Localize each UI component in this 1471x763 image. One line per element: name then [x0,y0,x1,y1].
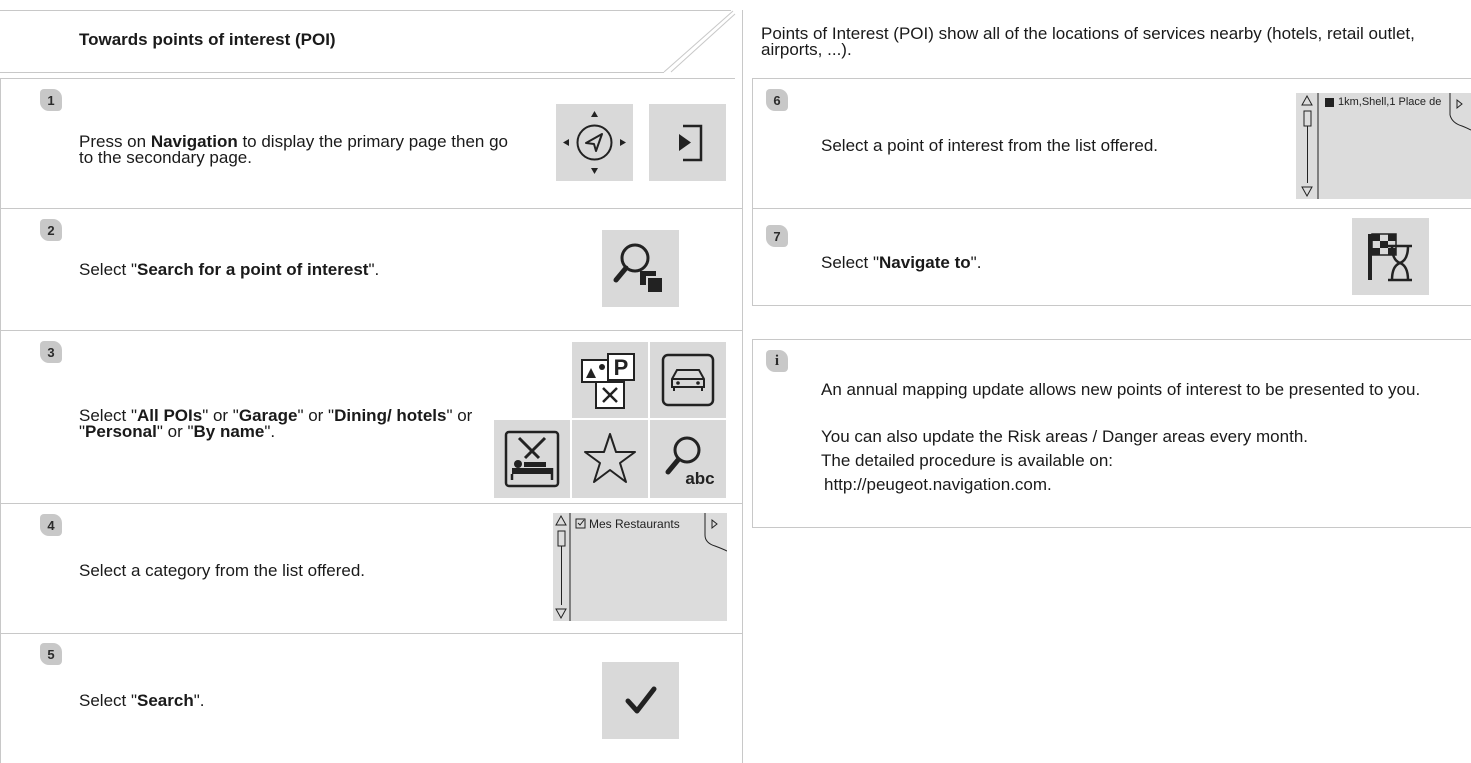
step-5-text: Select "Search". [79,691,205,710]
step-badge-7: 7 [766,225,788,247]
dining-hotels-icon[interactable] [494,420,570,498]
search-poi-icon[interactable] [602,230,679,307]
step-3-text: Select "All POIs" or "Garage" or "Dining… [79,406,473,441]
step-1-text: Press on Navigation to display the prima… [79,132,508,167]
parking-label: P [614,355,629,380]
section-title: Towards points of interest (POI) [79,30,336,49]
garage-icon[interactable] [650,342,726,418]
info-line-3: The detailed procedure is available on: [821,451,1114,470]
step-badge-2: 2 [40,219,62,241]
poi-list-thumbnail: 1km,Shell,1 Place de [1296,93,1471,199]
search-confirm-check-icon[interactable] [602,662,679,739]
abc-label: abc [685,469,714,488]
info-badge-icon: i [766,350,788,372]
category-list-item: Mes Restaurants [589,517,680,531]
info-line-2: You can also update the Risk areas / Dan… [821,427,1308,446]
search-by-name-icon[interactable]: abc [650,420,726,498]
info-line-1: An annual mapping update allows new poin… [821,380,1421,399]
info-url-link[interactable]: http://peugeot.navigation.com. [824,475,1464,495]
step-badge-4: 4 [40,514,62,536]
navigate-to-flag-icon[interactable] [1352,218,1429,295]
step-6-text: Select a point of interest from the list… [821,136,1159,155]
step-badge-5: 5 [40,643,62,665]
navigation-joystick-icon[interactable] [556,104,633,181]
step-7-text: Select "Navigate to". [821,253,982,272]
category-list-thumbnail: Mes Restaurants [553,513,727,621]
personal-star-icon[interactable] [572,420,648,498]
secondary-page-icon[interactable] [649,104,726,181]
step-badge-1: 1 [40,89,62,111]
header-tab-corner [663,10,736,73]
step-2-text: Select "Search for a point of interest". [79,260,380,279]
step-4-text: Select a category from the list offered. [79,561,365,580]
all-pois-icon[interactable]: P [572,342,648,418]
poi-list-item: 1km,Shell,1 Place de [1338,96,1442,108]
step-badge-3: 3 [40,341,62,363]
step-badge-6: 6 [766,89,788,111]
intro-text: Points of Interest (POI) show all of the… [761,24,1415,59]
